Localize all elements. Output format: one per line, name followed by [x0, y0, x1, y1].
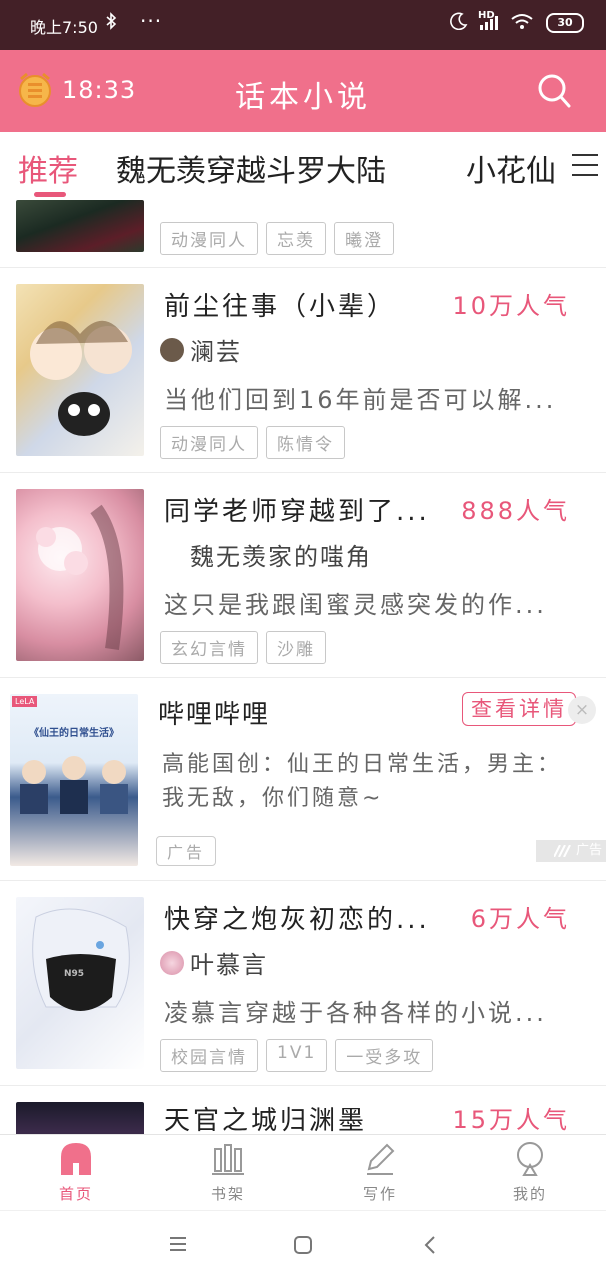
wifi-icon	[510, 12, 534, 34]
author-name: 魏无羡家的嗤角	[190, 543, 372, 571]
close-icon[interactable]: ×	[568, 696, 596, 724]
book-description: 凌慕言穿越于各种各样的小说...	[164, 999, 547, 1027]
app-header: 18:33 话本小说	[0, 50, 606, 132]
list-item[interactable]: N95 快穿之炮灰初恋的... 6万人气 叶慕言 凌慕言穿越于各种各样的小说..…	[0, 881, 606, 1086]
ad-mark-label: 广告	[575, 843, 602, 858]
book-description: 当他们回到16年前是否可以解...	[164, 386, 557, 414]
author-name: 叶慕言	[190, 951, 268, 979]
book-title[interactable]: 天官之城归渊墨	[164, 1100, 367, 1134]
list-item[interactable]: 动漫同人 忘羡 曦澄	[0, 200, 606, 268]
list-item[interactable]: 前尘往事（小辈） 10万人气 澜芸 当他们回到16年前是否可以解... 动漫同人…	[0, 268, 606, 473]
signal-icon: HD	[478, 10, 498, 30]
book-list: 动漫同人 忘羡 曦澄 前尘往事（小辈） 10万人气 澜芸 当他们回到16年前是否…	[0, 200, 606, 1134]
menu-icon[interactable]	[168, 1235, 188, 1253]
bottom-navigation: 首页 书架 写作 我的	[0, 1134, 606, 1211]
tag[interactable]: 动漫同人	[160, 222, 258, 255]
book-cover	[16, 200, 144, 252]
category-tabs: 推荐 魏无羡穿越斗罗大陆 小花仙	[0, 132, 606, 201]
tag[interactable]: 校园言情	[160, 1039, 258, 1072]
mask-text: N95	[64, 969, 85, 979]
system-navigation-bar	[0, 1210, 606, 1281]
list-item[interactable]: 天官之城归渊墨 15万人气	[0, 1086, 606, 1134]
nav-write[interactable]: 写作	[330, 1141, 430, 1204]
ad-mark: 广告	[536, 840, 606, 862]
back-icon[interactable]	[422, 1235, 438, 1255]
book-cover	[16, 284, 144, 456]
tag[interactable]: 沙雕	[266, 631, 326, 664]
author[interactable]: 叶慕言	[160, 945, 268, 980]
nav-profile-label: 我的	[512, 1185, 547, 1203]
ad-cover-label: 《仙王的日常生活》	[29, 728, 119, 739]
bookshelf-icon	[212, 1144, 244, 1175]
avatar	[160, 950, 184, 975]
tab-topic-1[interactable]: 魏无羡穿越斗罗大陆	[116, 146, 386, 190]
ad-cover: LeLA 《仙王的日常生活》	[10, 694, 138, 866]
book-description: 这只是我跟闺蜜灵感突发的作...	[164, 591, 547, 619]
book-title[interactable]: 快穿之炮灰初恋的...	[164, 899, 430, 936]
hd-label: HD	[478, 10, 495, 21]
menu-icon[interactable]	[572, 154, 598, 178]
pen-icon	[367, 1143, 395, 1175]
tag[interactable]: 一受多攻	[335, 1039, 434, 1072]
tag[interactable]: 动漫同人	[160, 426, 258, 459]
book-cover	[16, 489, 144, 661]
tag[interactable]: 曦澄	[334, 222, 394, 255]
popularity-count: 15万人气	[452, 1106, 570, 1134]
popularity-count: 6万人气	[470, 905, 570, 933]
book-title[interactable]: 同学老师穿越到了...	[164, 491, 430, 528]
author[interactable]: 澜芸	[160, 332, 242, 367]
nav-bookshelf[interactable]: 书架	[178, 1141, 278, 1204]
battery-icon: 30	[546, 13, 584, 33]
search-icon[interactable]	[536, 72, 572, 110]
tag-list: 校园言情 1V1 一受多攻	[160, 1039, 434, 1072]
tab-underline	[34, 192, 66, 197]
book-title[interactable]: 前尘往事（小辈）	[164, 286, 396, 323]
nav-home[interactable]: 首页	[26, 1141, 126, 1204]
home-square-icon[interactable]	[293, 1235, 313, 1255]
ad-tag: 广告	[156, 836, 217, 866]
more-dots: ···	[140, 9, 163, 33]
view-details-button[interactable]: 查看详情	[462, 692, 576, 726]
popularity-count: 10万人气	[452, 292, 570, 320]
profile-icon	[517, 1142, 543, 1176]
moon-icon	[450, 12, 468, 34]
popularity-count: 888人气	[461, 497, 570, 525]
tab-topic-2[interactable]: 小花仙	[466, 146, 556, 190]
app-title: 话本小说	[235, 80, 371, 115]
ad-cover-logo: LeLA	[12, 696, 38, 707]
tag-list: 玄幻言情 沙雕	[160, 631, 326, 664]
list-item[interactable]: 同学老师穿越到了... 888人气 魏无羡家的嗤角 这只是我跟闺蜜灵感突发的作.…	[0, 473, 606, 678]
avatar	[160, 337, 184, 362]
author-name: 澜芸	[190, 338, 242, 366]
author[interactable]: 魏无羡家的嗤角	[190, 537, 372, 572]
book-cover: N95	[16, 897, 144, 1069]
nav-bookshelf-label: 书架	[210, 1185, 245, 1203]
home-icon	[61, 1143, 91, 1175]
ad-item[interactable]: LeLA 《仙王的日常生活》 哔哩哔哩 查看详情 × 高能国创：仙王的日常生活，…	[0, 678, 606, 881]
bluetooth-icon	[105, 12, 117, 35]
tag[interactable]: 1V1	[266, 1039, 328, 1072]
nav-write-label: 写作	[362, 1185, 397, 1203]
status-time: 晚上7:50	[30, 18, 98, 37]
tag[interactable]: 忘羡	[266, 222, 326, 255]
tab-recommend[interactable]: 推荐	[18, 146, 78, 190]
book-cover	[16, 1102, 144, 1134]
tag[interactable]: 玄幻言情	[160, 631, 258, 664]
ad-description: 高能国创：仙王的日常生活，男主：我无敌，你们随意~	[162, 752, 563, 811]
tag-list: 动漫同人 陈情令	[160, 426, 345, 459]
status-bar: 晚上7:50 ··· HD 30	[0, 0, 606, 50]
tag-list: 动漫同人 忘羡 曦澄	[160, 222, 394, 255]
tag[interactable]: 陈情令	[266, 426, 345, 459]
nav-home-label: 首页	[58, 1185, 93, 1203]
nav-profile[interactable]: 我的	[480, 1141, 580, 1204]
ad-title[interactable]: 哔哩哔哩	[158, 694, 270, 731]
